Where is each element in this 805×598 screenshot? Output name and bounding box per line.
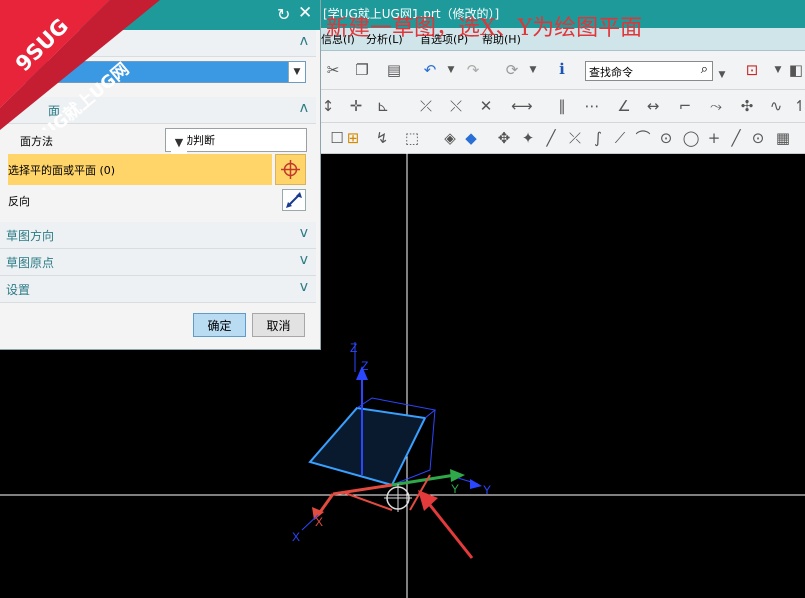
y-axis-line [391, 473, 456, 487]
plane-method-label: 面方法 [20, 135, 53, 148]
x-axis-label: X [315, 515, 323, 529]
section-settings[interactable]: 设置 v [0, 276, 316, 303]
annotation-arrow-line [424, 499, 474, 559]
select-face-button[interactable] [275, 154, 306, 185]
chevron-up-icon: ʌ [299, 33, 308, 49]
chevron-down-icon: v [299, 225, 308, 241]
x-datum-label: X [292, 530, 300, 544]
chevron-up-icon: ʌ [299, 100, 308, 116]
y-datum-label: Y [483, 483, 491, 497]
reverse-label: 反向 [8, 195, 30, 208]
x-offset-line [344, 492, 393, 511]
chevron-down-icon: v [299, 252, 308, 268]
close-icon[interactable]: ✕ [298, 3, 312, 23]
cancel-button[interactable]: 取消 [252, 313, 305, 337]
reset-icon[interactable]: ↻ [277, 5, 290, 24]
instruction-headline: 新建一草图，选X、Y为绘图平面 [326, 16, 643, 41]
z-datum-label: Z [350, 341, 357, 355]
reverse-arrows-icon [286, 192, 302, 208]
z-axis-label: Z [361, 359, 368, 373]
y-axis-label: Y [451, 482, 459, 496]
y-axis-arrow [450, 469, 465, 482]
reverse-direction-button[interactable] [282, 189, 306, 211]
select-face-row[interactable]: 选择平的面或平面 (0) [8, 154, 272, 185]
annotation-arrow-head [418, 490, 438, 511]
chevron-down-icon: ▼ [288, 62, 305, 82]
section-sketch-direction[interactable]: 草图方向 v [0, 222, 316, 249]
ok-button[interactable]: 确定 [193, 313, 246, 337]
y-datum-arrow [470, 479, 482, 489]
sketch-plane [308, 406, 427, 487]
plane-method-select[interactable]: 自动判断 ▼ [165, 128, 307, 154]
x-axis-line [332, 483, 393, 496]
chevron-down-icon: ▼ [171, 132, 187, 154]
crosshair-icon [281, 160, 300, 179]
site-watermark-ribbon: 9SUG 学UG就上UG网 [0, 0, 160, 130]
section-sketch-origin[interactable]: 草图原点 v [0, 249, 316, 276]
chevron-down-icon: v [299, 279, 308, 295]
